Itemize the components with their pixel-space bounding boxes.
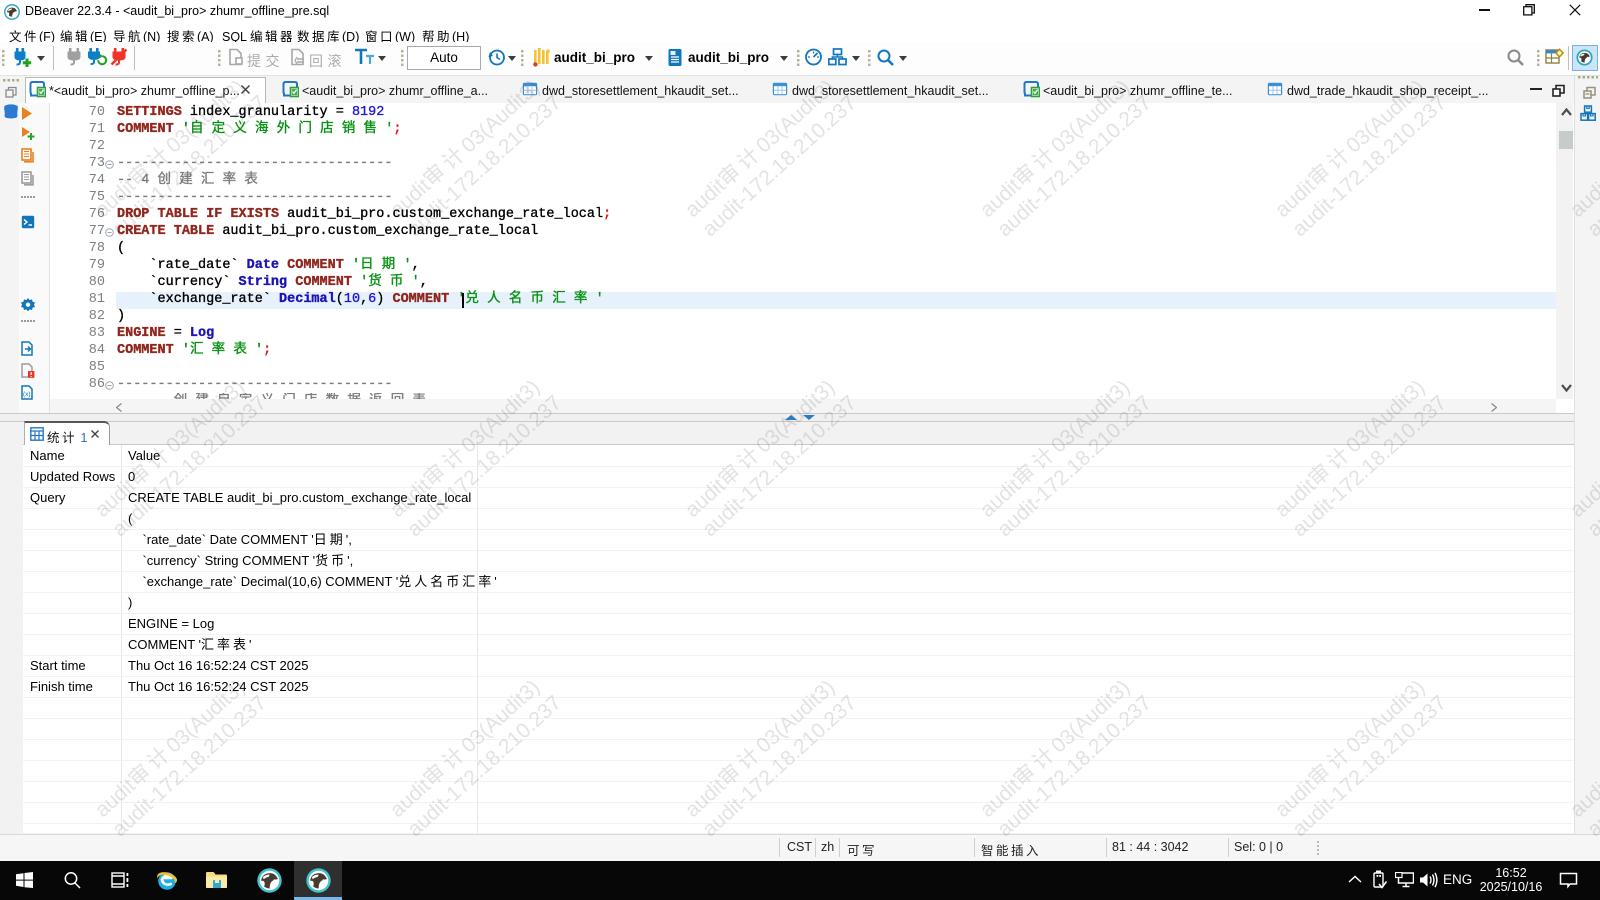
svg-text:(x): (x) — [23, 391, 31, 398]
